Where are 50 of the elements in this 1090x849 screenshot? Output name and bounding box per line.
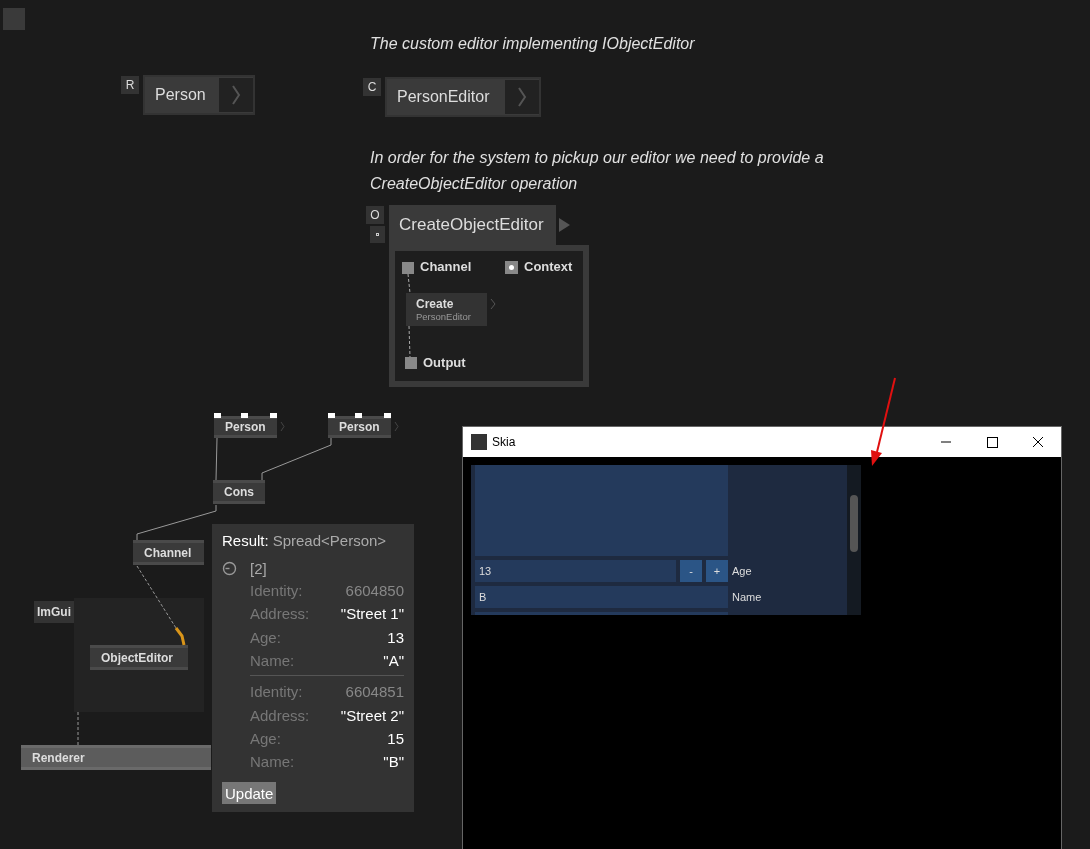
increment-button[interactable]: + [706, 560, 728, 582]
type-text: Spread<Person> [272, 532, 387, 549]
field-value: "B" [383, 753, 404, 771]
definition-node[interactable]: Person [143, 75, 255, 115]
tooltip-title: Result: [222, 532, 269, 549]
node-title: Create [416, 297, 455, 311]
field-value: "Street 2" [340, 706, 404, 724]
field-label: Identity: [250, 582, 303, 600]
pin-label: Channel [420, 259, 472, 274]
patch-node[interactable]: ObjectEditor [90, 645, 188, 670]
patch-node[interactable]: Cons [213, 480, 265, 504]
pin-label: Output [423, 355, 466, 370]
field-label: Name: [250, 652, 295, 670]
number-field[interactable]: 13 [475, 560, 676, 582]
field-value: 13 [387, 628, 404, 646]
field-label: Age: [250, 729, 281, 747]
comment-text: In order for the system to pickup our editor we need to provide a CreateObjectEditor operation [370, 148, 825, 194]
patch-node[interactable]: Renderer [21, 745, 211, 770]
field-value: 6604850 [345, 582, 404, 600]
node-title: PersonEditor [397, 88, 491, 106]
operation-header[interactable]: CreateObjectEditor [389, 205, 556, 245]
count-text: [2] [250, 559, 267, 577]
field-value: 6604851 [345, 683, 404, 701]
region-label: ImGui [34, 601, 74, 623]
field-value: "Street 1" [340, 605, 404, 623]
window-title: Skia [492, 435, 516, 449]
field-label: Name [732, 591, 762, 603]
update-button[interactable]: Update [222, 782, 277, 804]
comment-text: The custom editor implementing IObjectEditor [370, 35, 695, 53]
definition-node[interactable]: PersonEditor [385, 77, 541, 117]
pin-label: Context [524, 259, 573, 274]
node-title: Person [155, 86, 207, 104]
node-tag: O [366, 206, 384, 224]
field-label: Age [732, 565, 752, 577]
field-label: Age: [250, 628, 281, 646]
patch-node[interactable]: Channel [133, 540, 204, 565]
decrement-button[interactable]: - [680, 560, 702, 582]
text-field[interactable]: B [475, 586, 728, 608]
field-label: Address: [250, 706, 310, 724]
node-subtitle: PersonEditor [416, 311, 472, 322]
field-value: "A" [383, 652, 404, 670]
create-node[interactable]: Create PersonEditor [406, 293, 487, 326]
patch-node[interactable]: Person [328, 416, 391, 438]
node-tag: C [363, 78, 381, 96]
field-label: Address: [250, 605, 310, 623]
node-tag: R [121, 76, 139, 94]
field-label: Name: [250, 753, 295, 771]
field-label: Identity: [250, 683, 303, 701]
field-value: 15 [387, 729, 404, 747]
patch-node[interactable]: Person [214, 416, 277, 438]
